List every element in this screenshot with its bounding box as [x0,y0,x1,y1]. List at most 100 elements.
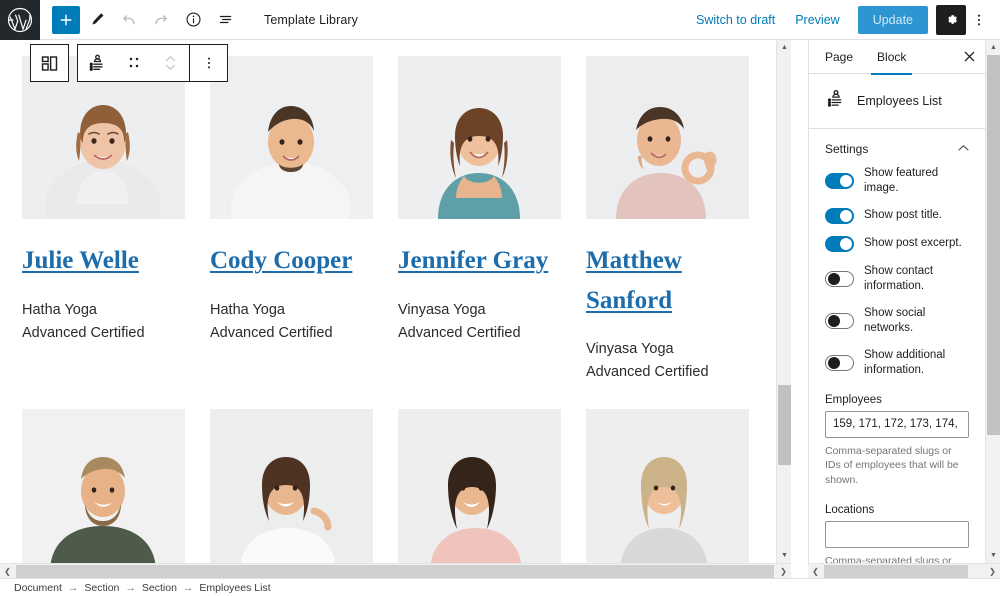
toggle-show-post-title[interactable] [825,207,854,224]
toggle-show-post-excerpt[interactable] [825,235,854,252]
employee-name-link[interactable]: Cody Cooper [210,241,352,281]
tab-page[interactable]: Page [813,40,865,74]
employee-name-link[interactable]: Matthew Sanford [586,241,774,320]
post-content-canvas[interactable]: Julie Welle Hatha Yoga Advanced Certifie… [0,40,776,572]
scroll-track[interactable] [986,55,1000,548]
setting-show-additional-information: Show additional information. [825,348,969,378]
toggle-label: Show social networks. [864,306,926,334]
columns-block-icon[interactable] [31,45,68,81]
toggle-label: Show post title. [864,209,942,222]
scroll-thumb[interactable] [987,55,1000,435]
settings-section-header[interactable]: Settings [809,129,985,166]
breadcrumb-item-section-2[interactable]: Section [142,582,177,594]
settings-gear-button[interactable] [936,4,966,35]
employee-name-link[interactable]: Julie Welle [22,241,139,281]
sidebar-horizontal-scrollbar[interactable]: ❮ ❯ [808,563,1000,578]
scroll-thumb[interactable] [824,565,968,578]
breadcrumb: Document → Section → Section → Employees… [0,578,1000,596]
scroll-thumb[interactable] [778,385,791,465]
undo-button[interactable] [114,5,144,35]
employee-certification: Advanced Certified [210,324,333,341]
employees-field-help: Comma-separated slugs or IDs of employee… [825,444,959,487]
block-settings-sidebar: Page Block Employees List Settings Show … [808,40,985,578]
employee-card[interactable]: Cody Cooper Hatha Yoga Advanced Certifie… [210,56,398,385]
scroll-left-arrow-icon[interactable]: ❮ [0,564,15,578]
settings-body: Show featured image. Show post title. Sh… [809,166,985,578]
scroll-track[interactable] [777,55,791,548]
toggle-show-featured-image[interactable] [825,172,854,189]
breadcrumb-item-document[interactable]: Document [14,582,62,594]
employees-input[interactable] [825,410,969,438]
employee-photo [22,408,185,572]
redo-button[interactable] [146,5,176,35]
setting-show-contact-information: Show contact information. [825,264,969,294]
employee-style: Vinyasa Yoga [586,341,674,357]
wordpress-logo-icon[interactable] [0,0,40,40]
toggle-show-social-networks[interactable] [825,312,854,329]
toggle-label: Show contact information. [864,264,934,292]
employee-card[interactable]: Matthew Sanford Vinyasa Yoga Advanced Ce… [586,56,774,385]
scroll-thumb[interactable] [16,565,774,578]
employee-name-link[interactable]: Jennifer Gray [398,241,548,281]
employee-photo [398,56,561,219]
update-button[interactable]: Update [857,5,928,34]
toggle-show-additional-information[interactable] [825,354,854,371]
add-block-button[interactable] [52,5,80,34]
employee-style: Hatha Yoga [22,301,97,318]
toggle-label: Show featured image. [864,167,939,194]
employee-certification: Advanced Certified [586,364,709,381]
employees-grid-row-1: Julie Welle Hatha Yoga Advanced Certifie… [0,56,776,385]
employee-card[interactable]: Jennifer Gray Vinyasa Yoga Advanced Cert… [398,56,586,385]
chevron-up-icon[interactable] [958,144,969,154]
employees-field-label: Employees [825,393,882,406]
toggle-show-contact-information[interactable] [825,270,854,287]
sidebar-tabs: Page Block [809,40,985,75]
block-toolbar [30,44,228,82]
more-options-button[interactable] [966,5,992,35]
locations-field-label: Locations [825,504,875,517]
editor-canvas-area: Julie Welle Hatha Yoga Advanced Certifie… [0,40,791,578]
scroll-left-arrow-icon[interactable]: ❮ [808,564,823,579]
wordpress-block-editor: Template Library Switch to draft Preview… [0,0,1000,596]
editor-horizontal-scrollbar[interactable]: ❮ ❯ [0,563,791,578]
breadcrumb-item-section-1[interactable]: Section [84,582,119,594]
breadcrumb-separator: → [182,581,194,594]
locations-input[interactable] [825,521,969,549]
close-sidebar-icon[interactable] [957,45,981,69]
employee-card[interactable] [210,408,398,572]
employee-card[interactable] [22,408,210,572]
scroll-down-arrow-icon[interactable]: ▼ [986,548,1000,563]
block-type-group [30,44,69,82]
list-view-button[interactable] [210,5,240,35]
employee-style: Vinyasa Yoga [398,301,486,318]
block-actions-group [77,44,228,82]
editor-vertical-scrollbar[interactable]: ▲ ▼ [776,40,791,563]
toggle-label: Show post excerpt. [864,237,962,250]
scroll-down-arrow-icon[interactable]: ▼ [777,548,791,563]
preview-button[interactable]: Preview [785,7,849,33]
employee-card[interactable] [398,408,586,572]
details-info-button[interactable] [178,5,208,35]
selected-block-title: Employees List [857,94,942,108]
setting-show-featured-image: Show featured image. [825,166,969,196]
move-up-down-icon[interactable] [152,45,189,81]
drag-handle-icon[interactable] [115,45,152,81]
breadcrumb-separator: → [67,581,79,594]
top-bar-left-tools: Template Library [40,5,358,35]
employees-list-icon[interactable] [78,45,115,81]
scroll-up-arrow-icon[interactable]: ▲ [777,40,791,55]
scroll-up-arrow-icon[interactable]: ▲ [986,40,1000,55]
block-options-kebab-icon[interactable] [190,45,227,81]
employee-card[interactable]: Julie Welle Hatha Yoga Advanced Certifie… [22,56,210,385]
breadcrumb-item-employees-list[interactable]: Employees List [199,582,270,594]
employee-card[interactable] [586,408,774,572]
tab-block[interactable]: Block [865,40,918,75]
edit-tool-button[interactable] [82,5,112,35]
employee-certification: Advanced Certified [22,324,145,341]
switch-to-draft-button[interactable]: Switch to draft [686,7,785,33]
employee-photo [586,56,749,219]
editor-top-bar: Template Library Switch to draft Preview… [0,0,1000,40]
scroll-right-arrow-icon[interactable]: ❯ [985,564,1000,579]
sidebar-vertical-scrollbar[interactable]: ▲ ▼ [985,40,1000,563]
scroll-right-arrow-icon[interactable]: ❯ [776,564,791,578]
